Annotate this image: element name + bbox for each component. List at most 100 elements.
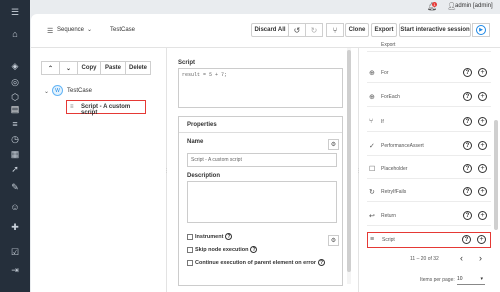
help-icon[interactable]: ?	[462, 235, 471, 244]
tree-node-script[interactable]: ≡ Script - A custom script	[66, 100, 146, 116]
return-icon: ↩	[369, 213, 375, 220]
palette-item-performanceassert[interactable]: ✓ PerformanceAssert ? +	[367, 138, 491, 156]
properties-title: Properties	[187, 122, 217, 128]
chevron-left-icon[interactable]: ‹	[460, 253, 463, 263]
help-icon[interactable]: ?	[463, 92, 472, 101]
add-icon[interactable]: +	[478, 92, 487, 101]
tree-expand-icon[interactable]: ⌄	[44, 88, 49, 95]
add-icon[interactable]: +	[478, 187, 487, 196]
paste-button[interactable]: Paste	[100, 61, 126, 75]
name-field[interactable]: Script - A custom script	[187, 153, 337, 167]
export-button[interactable]: Export	[371, 23, 397, 37]
testcase-node-icon: W	[52, 85, 63, 96]
properties-scrollbar[interactable]	[347, 48, 351, 284]
continue-on-error-checkbox[interactable]	[187, 259, 193, 266]
help-icon[interactable]: ?	[463, 164, 472, 173]
divider	[367, 225, 491, 226]
rocket-icon[interactable]: ➚	[9, 163, 21, 175]
help-icon[interactable]: ?	[463, 141, 472, 150]
branch-icon[interactable]: ⑂	[326, 23, 344, 37]
description-field[interactable]	[187, 181, 337, 223]
wrench-icon[interactable]: ✎	[9, 181, 21, 193]
palette-item-return[interactable]: ↩ Return ? +	[367, 208, 491, 226]
instrument-label: Instrument	[195, 233, 224, 240]
square-icon: ☐	[369, 166, 376, 173]
palette-item-label: RetryIfFails	[381, 189, 407, 195]
discard-all-button[interactable]: Discard All	[251, 23, 289, 37]
run-button[interactable]: ▶	[472, 23, 490, 37]
help-icon[interactable]: ?	[463, 211, 472, 220]
palette-item-for[interactable]: ⊕ For ? +	[367, 65, 491, 83]
menu-icon[interactable]: ☰	[9, 6, 21, 18]
items-per-page-label: Items per page:	[420, 277, 455, 283]
copy-button[interactable]: Copy	[77, 61, 101, 75]
resize-handle[interactable]: ⋮	[356, 168, 361, 174]
logout-icon[interactable]: ⇥	[9, 264, 21, 276]
pager-range: 11 – 20 of 32	[410, 256, 439, 262]
scrollbar-thumb[interactable]	[347, 50, 351, 272]
resize-handle[interactable]: ⋮	[164, 168, 169, 174]
move-up-button[interactable]: ⌃	[41, 61, 60, 75]
add-icon[interactable]: +	[478, 68, 487, 77]
box-icon[interactable]: ⬡	[9, 91, 21, 103]
script-editor[interactable]: result = 5 + 7;	[178, 68, 343, 108]
chevron-right-icon[interactable]: ›	[479, 253, 482, 263]
palette-item-placeholder[interactable]: ☐ Placeholder ? +	[367, 161, 491, 179]
name-settings-button[interactable]: ⚙	[328, 139, 339, 150]
user-icon[interactable]: ☺	[9, 201, 21, 213]
add-icon[interactable]: +	[478, 117, 487, 126]
check-icon: ✓	[369, 143, 375, 150]
puzzle-icon[interactable]: ✚	[9, 221, 21, 233]
help-icon[interactable]: ?	[318, 259, 326, 266]
palette-item-retryiffails[interactable]: ↻ RetryIfFails ? +	[367, 184, 491, 202]
checkbox-icon[interactable]: ☑	[9, 246, 21, 258]
palette-item-script[interactable]: ≡ Script ? +	[367, 232, 491, 248]
palette-item-label: Return	[381, 213, 397, 219]
redo-icon[interactable]: ↻	[305, 23, 323, 37]
add-icon[interactable]: +	[478, 164, 487, 173]
items-per-page-select[interactable]: 10 ▾	[457, 274, 485, 285]
start-session-button[interactable]: Start interactive session	[399, 23, 471, 37]
document-icon[interactable]: ▤	[9, 103, 21, 115]
palette-item-label: PerformanceAssert	[381, 143, 424, 149]
help-icon[interactable]: ?	[463, 187, 472, 196]
help-icon[interactable]: ?	[250, 246, 258, 253]
sequence-dropdown[interactable]: Sequence	[57, 27, 84, 33]
divider	[367, 155, 491, 156]
retry-icon: ↻	[369, 189, 375, 196]
palette-item-export[interactable]: Export	[367, 40, 491, 52]
clock-icon[interactable]: ◷	[9, 133, 21, 145]
delete-button[interactable]: Delete	[125, 61, 151, 75]
description-label: Description	[187, 173, 221, 179]
divider	[179, 132, 342, 133]
palette-item-if[interactable]: ⑂ If ? +	[367, 114, 491, 132]
cube-icon[interactable]: ◈	[9, 60, 21, 72]
script-node-icon: ≡	[70, 104, 74, 110]
help-icon[interactable]: ?	[463, 117, 472, 126]
list-icon[interactable]: ≡	[9, 118, 21, 130]
move-down-button[interactable]: ⌄	[59, 61, 78, 75]
tree-root-label[interactable]: TestCase	[67, 88, 92, 94]
script-settings-button[interactable]: ⚙	[328, 235, 339, 246]
add-icon[interactable]: +	[478, 141, 487, 150]
calendar-icon[interactable]: ▦	[9, 148, 21, 160]
properties-panel: Properties Name ⚙ Script - A custom scri…	[178, 116, 343, 286]
palette-scrollbar[interactable]	[494, 120, 498, 230]
script-section-title: Script	[178, 60, 196, 66]
chevron-down-icon[interactable]: ⌄	[87, 26, 92, 33]
palette-item-foreach[interactable]: ⊕ ForEach ? +	[367, 89, 491, 107]
add-icon[interactable]: +	[478, 211, 487, 220]
undo-icon[interactable]: ↺	[288, 23, 306, 37]
skip-node-checkbox[interactable]	[187, 246, 193, 253]
home-icon[interactable]: ⌂	[9, 28, 21, 40]
skip-row: Skip node execution ?	[187, 245, 258, 254]
clone-button[interactable]: Clone	[345, 23, 369, 37]
user-name[interactable]: admin [admin]	[455, 3, 493, 9]
add-icon[interactable]: +	[477, 235, 486, 244]
help-icon[interactable]: ?	[463, 68, 472, 77]
help-icon[interactable]: ?	[225, 233, 233, 240]
target-icon[interactable]: ◎	[9, 76, 21, 88]
instrument-row: Instrument ?	[187, 232, 233, 241]
testcase-name: TestCase	[110, 27, 136, 33]
instrument-checkbox[interactable]	[187, 233, 193, 240]
